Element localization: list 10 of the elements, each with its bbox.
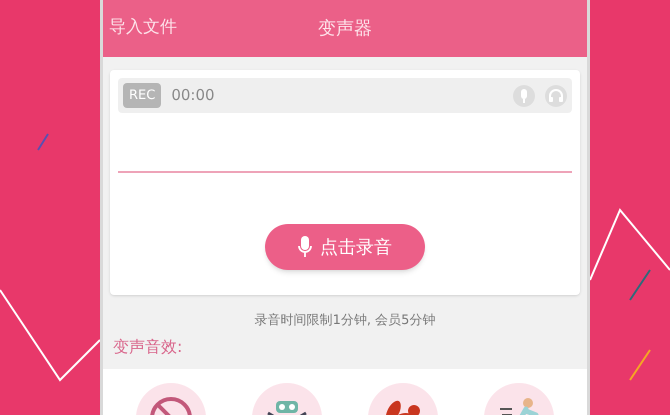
recording-limit-note: 录音时间限制1分钟, 会员5分钟 [254, 312, 436, 330]
microphone-icon [298, 236, 312, 258]
effects-heading: 变声音效: [113, 336, 184, 358]
rec-badge: REC [123, 82, 162, 108]
timer-text: 00:00 [171, 85, 216, 106]
microphone-icon[interactable] [513, 84, 535, 106]
headphones-icon[interactable] [545, 84, 567, 106]
import-file-button[interactable]: 导入文件 [109, 15, 177, 40]
record-button[interactable]: 点击录音 [265, 224, 425, 270]
screen-title: 变声器 [318, 17, 372, 41]
